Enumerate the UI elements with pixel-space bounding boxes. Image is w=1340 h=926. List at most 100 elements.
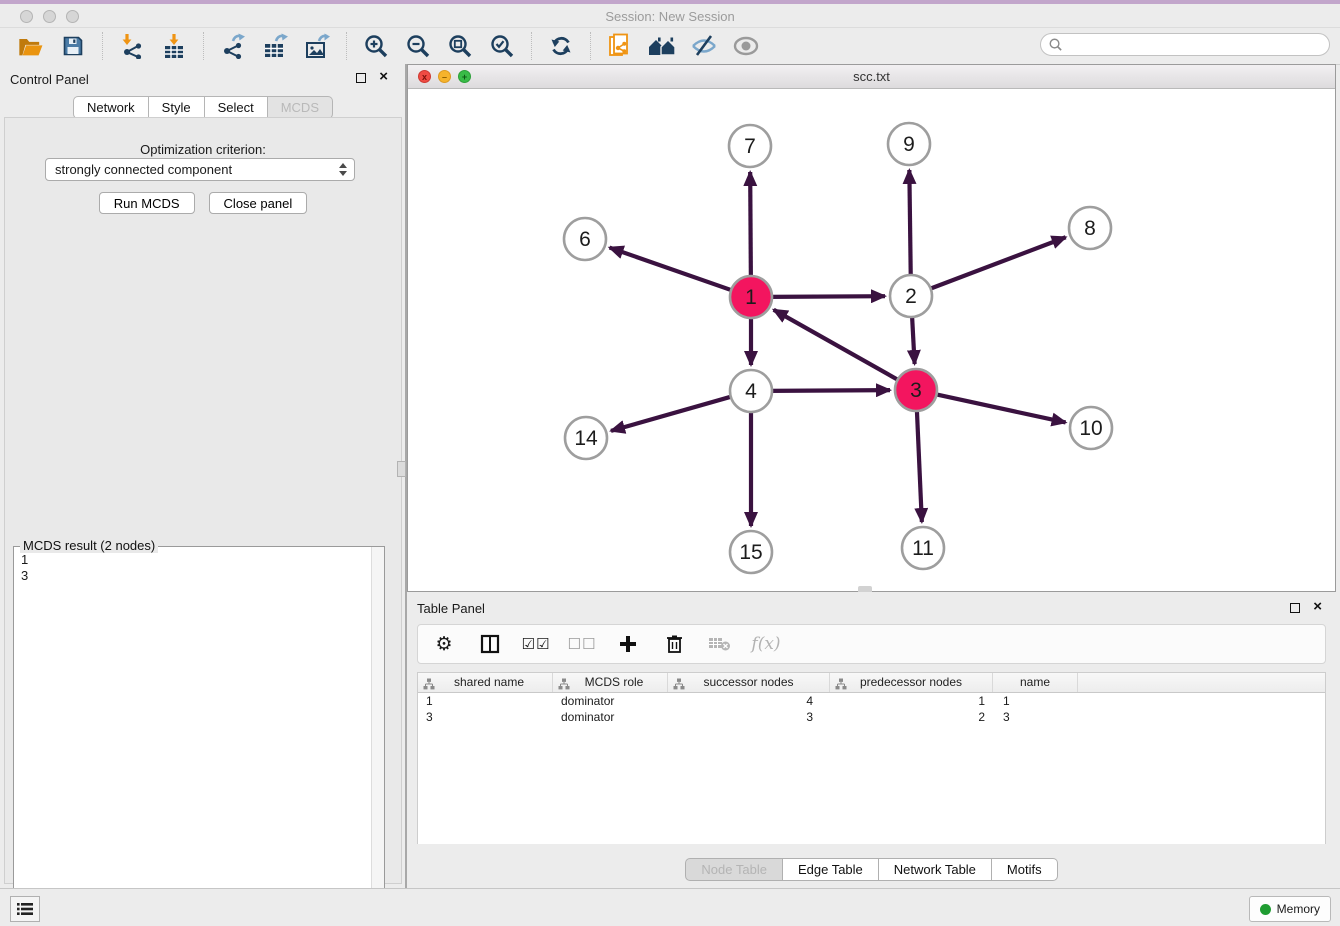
control-panel-title: Control Panel <box>10 72 89 87</box>
graph-node-label-11: 11 <box>912 537 934 560</box>
export-table-icon[interactable] <box>260 31 290 61</box>
show-all-networks-icon[interactable] <box>647 31 677 61</box>
toolbar-separator <box>102 32 103 60</box>
graph-edge-3-11[interactable] <box>917 408 922 522</box>
delete-table-icon[interactable] <box>708 632 732 656</box>
split-view-icon[interactable] <box>478 632 502 656</box>
close-panel-icon[interactable]: × <box>379 68 388 86</box>
export-network-icon[interactable] <box>218 31 248 61</box>
hide-graphics-details-icon[interactable] <box>689 31 719 61</box>
run-mcds-button[interactable]: Run MCDS <box>99 192 195 214</box>
graph-edge-3-10[interactable] <box>934 394 1066 423</box>
open-session-from-file-icon[interactable] <box>605 31 635 61</box>
graph-node-label-9: 9 <box>903 133 915 156</box>
network-canvas[interactable]: 7968124314101511 <box>408 89 1335 591</box>
toolbar-separator <box>590 32 591 60</box>
graph-node-label-14: 14 <box>574 427 598 450</box>
mcds-result-box: MCDS result (2 nodes) 13 <box>13 546 385 924</box>
zoom-fit-icon[interactable] <box>445 31 475 61</box>
task-history-button[interactable] <box>10 896 40 922</box>
network-window: x – + scc.txt 7968124314101511 <box>407 64 1336 592</box>
graph-node-label-6: 6 <box>579 228 591 251</box>
chevron-updown-icon <box>336 161 350 178</box>
tab-style[interactable]: Style <box>149 96 205 119</box>
export-image-icon[interactable] <box>302 31 332 61</box>
select-all-columns-icon[interactable]: ☑☑ <box>524 632 548 656</box>
vertical-splitter-grip[interactable] <box>397 461 406 477</box>
table-settings-icon[interactable]: ⚙ <box>432 632 456 656</box>
column-header-shared-name[interactable]: shared name <box>418 673 553 692</box>
graph-edge-2-3[interactable] <box>912 314 915 364</box>
search-box[interactable] <box>1040 33 1330 56</box>
table-toolbar: ⚙ ☑☑ ☐☐ f(x) <box>417 624 1326 664</box>
memory-button[interactable]: Memory <box>1249 896 1331 922</box>
search-input[interactable] <box>1063 36 1329 54</box>
tab-network-table[interactable]: Network Table <box>879 858 992 881</box>
open-session-icon[interactable] <box>16 31 46 61</box>
graph-edge-1-6[interactable] <box>610 248 734 291</box>
toolbar-separator <box>346 32 347 60</box>
table-tabs: Node Table Edge Table Network Table Moti… <box>407 858 1336 881</box>
graph-node-label-4: 4 <box>745 380 757 403</box>
graph-node-label-15: 15 <box>739 541 762 564</box>
tab-edge-table[interactable]: Edge Table <box>783 858 879 881</box>
delete-column-icon[interactable] <box>662 632 686 656</box>
network-window-titlebar[interactable]: x – + scc.txt <box>408 65 1335 89</box>
graph-edge-1-2[interactable] <box>769 296 885 297</box>
close-table-panel-icon[interactable]: × <box>1313 598 1322 616</box>
add-column-icon[interactable] <box>616 632 640 656</box>
list-icon <box>16 901 34 917</box>
graph-node-label-10: 10 <box>1079 417 1102 440</box>
graph-edge-3-1[interactable] <box>774 310 901 381</box>
tab-select[interactable]: Select <box>205 96 268 119</box>
table-row[interactable]: 3 dominator 3 2 3 <box>418 709 1325 725</box>
tab-node-table[interactable]: Node Table <box>685 858 783 881</box>
float-table-panel-icon[interactable] <box>1290 603 1300 613</box>
app-title: Session: New Session <box>0 9 1340 24</box>
column-header-name[interactable]: name <box>993 673 1078 692</box>
hierarchy-icon <box>673 677 685 696</box>
graph-edge-1-7[interactable] <box>750 172 751 279</box>
graph-node-label-8: 8 <box>1084 217 1096 240</box>
close-panel-button[interactable]: Close panel <box>209 192 308 214</box>
zoom-in-icon[interactable] <box>361 31 391 61</box>
save-session-icon[interactable] <box>58 31 88 61</box>
tab-network[interactable]: Network <box>73 96 149 119</box>
graph-edge-4-14[interactable] <box>611 396 734 431</box>
float-panel-icon[interactable] <box>356 73 366 83</box>
dropdown-value: strongly connected component <box>55 162 232 177</box>
zoom-selected-icon[interactable] <box>487 31 517 61</box>
graph-node-label-7: 7 <box>744 135 756 158</box>
optimization-criterion-dropdown[interactable]: strongly connected component <box>45 158 355 181</box>
import-table-icon[interactable] <box>159 31 189 61</box>
column-header-predecessor-nodes[interactable]: predecessor nodes <box>830 673 993 692</box>
table-panel: Table Panel × ⚙ ☑☑ ☐☐ f(x) shared name <box>407 592 1336 888</box>
toolbar-separator <box>203 32 204 60</box>
app-titlebar: Session: New Session <box>0 4 1340 28</box>
refresh-layout-icon[interactable] <box>546 31 576 61</box>
table-panel-title: Table Panel <box>417 601 485 616</box>
main-toolbar <box>0 28 1340 65</box>
graph-node-label-2: 2 <box>905 285 917 308</box>
deselect-all-columns-icon[interactable]: ☐☐ <box>570 632 594 656</box>
zoom-out-icon[interactable] <box>403 31 433 61</box>
optimization-criterion-label: Optimization criterion: <box>5 142 401 157</box>
column-header-mcds-role[interactable]: MCDS role <box>553 673 668 692</box>
table-row[interactable]: 1 dominator 4 1 1 <box>418 693 1325 709</box>
show-graphics-details-icon[interactable] <box>731 31 761 61</box>
tab-mcds[interactable]: MCDS <box>268 96 333 119</box>
graph-edge-2-9[interactable] <box>909 170 910 278</box>
function-builder-icon[interactable]: f(x) <box>754 632 778 656</box>
hierarchy-icon <box>423 677 435 696</box>
graph-node-label-3: 3 <box>910 379 922 402</box>
graph-edge-4-3[interactable] <box>769 390 890 391</box>
tab-motifs[interactable]: Motifs <box>992 858 1058 881</box>
import-network-icon[interactable] <box>117 31 147 61</box>
control-panel-tabs: Network Style Select MCDS <box>0 96 406 119</box>
result-scrollbar[interactable] <box>371 547 384 923</box>
mcds-result-list[interactable]: 13 <box>15 550 370 922</box>
network-window-title: scc.txt <box>408 69 1335 84</box>
column-header-successor-nodes[interactable]: successor nodes <box>668 673 830 692</box>
graph-edge-2-8[interactable] <box>928 237 1066 289</box>
search-icon <box>1048 37 1063 52</box>
